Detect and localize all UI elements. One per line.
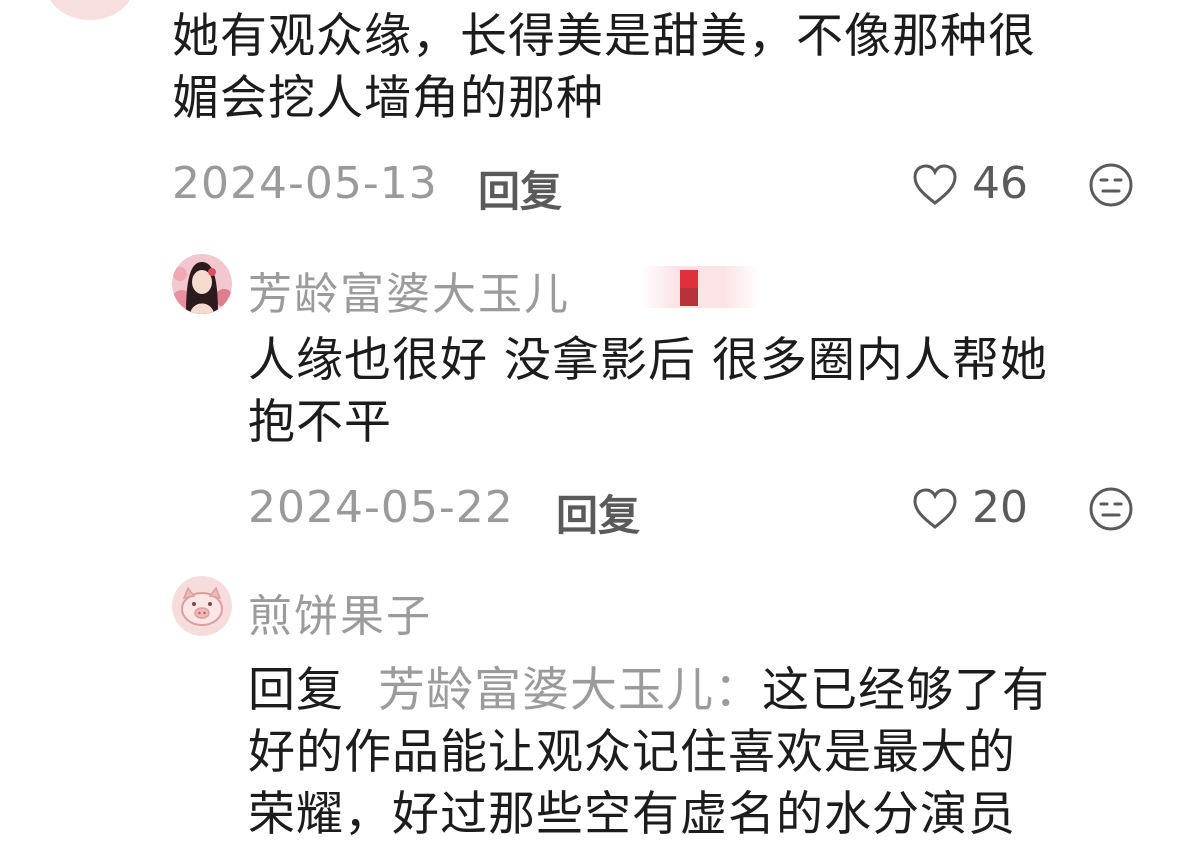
comment-date: 2024-05-22: [248, 482, 514, 533]
censored-badge: [680, 288, 698, 306]
username[interactable]: 芳龄富婆大玉儿: [248, 258, 570, 322]
comment-text: 人缘也很好 没拿影后 很多圈内人帮她 抱不平: [248, 330, 1168, 454]
reply-target-username[interactable]: 芳龄富婆大玉儿：: [378, 663, 762, 718]
comment-date: 2024-05-13: [172, 158, 438, 209]
avatar[interactable]: [172, 254, 232, 314]
comment-text-line: 回复 芳龄富婆大玉儿：这已经够了有: [248, 660, 1168, 722]
comment-text-line: 她有观众缘，长得美是甜美，不像那种很: [172, 9, 1036, 64]
comment-text-fragment: 这已经够了有: [762, 663, 1050, 718]
comment-text-line: 好的作品能让观众记住喜欢是最大的: [248, 725, 1016, 780]
comment-text-line: 抱不平: [248, 395, 392, 450]
heart-outline-icon[interactable]: [912, 487, 958, 531]
like-count: 20: [972, 482, 1028, 533]
comment-text-line: 媚会挖人墙角的那种: [172, 71, 604, 126]
neutral-face-icon[interactable]: [1088, 486, 1134, 532]
username[interactable]: 煎饼果子: [248, 580, 432, 644]
comment-text: 她有观众缘，长得美是甜美，不像那种很 媚会挖人墙角的那种: [172, 6, 1172, 130]
avatar[interactable]: [46, 0, 134, 20]
heart-outline-icon[interactable]: [912, 163, 958, 207]
reply-prefix: 回复: [248, 663, 344, 718]
censored-badge: [640, 266, 760, 308]
reply-button[interactable]: 回复: [478, 158, 562, 219]
like-count: 46: [972, 158, 1028, 209]
neutral-face-icon[interactable]: [1088, 162, 1134, 208]
woman-portrait-avatar: [172, 254, 232, 314]
pig-face-avatar: [172, 576, 232, 636]
comment-text: 回复 芳龄富婆大玉儿：这已经够了有 好的作品能让观众记住喜欢是最大的 荣耀，好过那…: [248, 660, 1168, 846]
comment-text-line: 荣耀，好过那些空有虚名的水分演员: [248, 787, 1016, 842]
avatar[interactable]: [172, 576, 232, 636]
comment-text-line: 人缘也很好 没拿影后 很多圈内人帮她: [248, 333, 1048, 388]
reply-button[interactable]: 回复: [556, 482, 640, 543]
